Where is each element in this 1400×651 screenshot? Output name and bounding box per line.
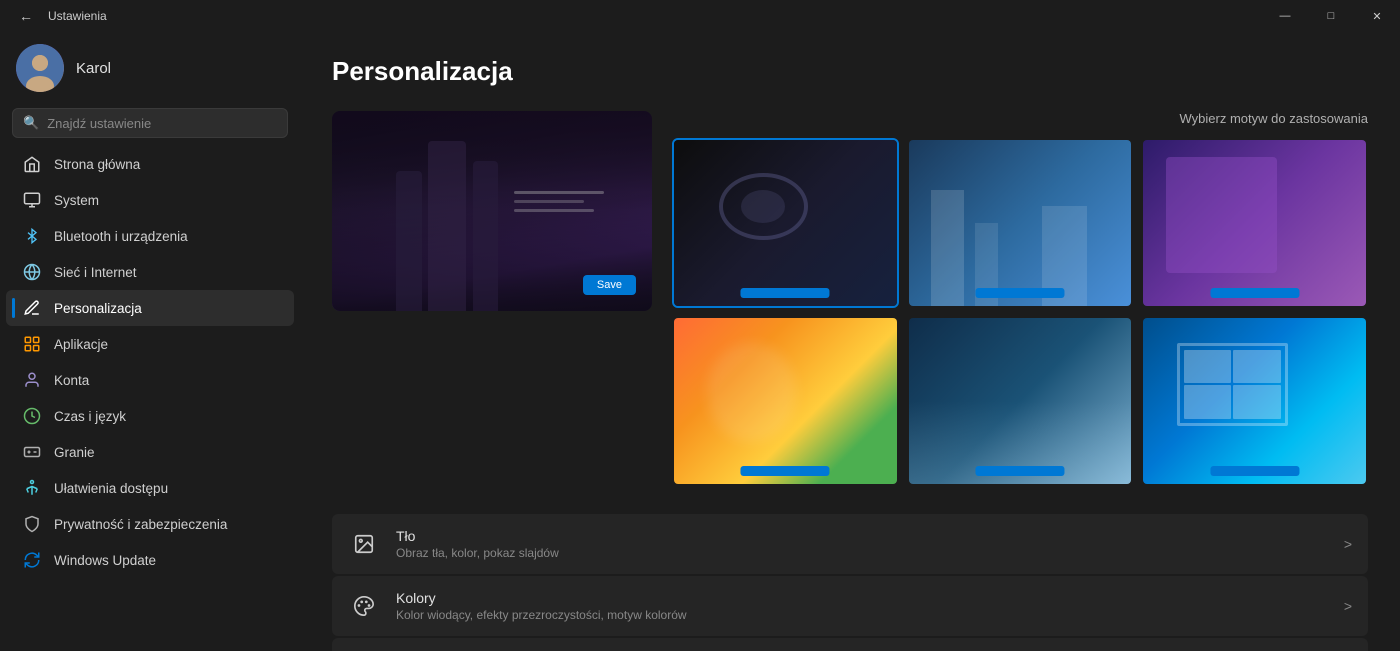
theme-thumb-5[interactable]	[907, 316, 1134, 486]
user-section[interactable]: Karol	[0, 32, 300, 108]
search-box[interactable]: 🔍	[12, 108, 288, 138]
network-icon	[22, 262, 42, 282]
content-area: Personalizacja	[300, 32, 1400, 651]
theme-thumb-6[interactable]	[1141, 316, 1368, 486]
nav-label-apps: Aplikacje	[54, 337, 108, 352]
titlebar-left: ← Ustawienia	[12, 2, 107, 30]
nav-item-privacy[interactable]: Prywatność i zabezpieczenia	[6, 506, 294, 542]
colors-subtitle: Kolor wiodący, efekty przezroczystości, …	[396, 608, 1328, 622]
personalization-icon	[22, 298, 42, 318]
settings-list: Tło Obraz tła, kolor, pokaz slajdów >	[332, 514, 1368, 651]
update-icon	[22, 550, 42, 570]
main-layout: Karol 🔍 Strona główna S	[0, 32, 1400, 651]
theme-section: Save Wybierz motyw do zastosowania	[332, 111, 1368, 486]
nav-item-accounts[interactable]: Konta	[6, 362, 294, 398]
time-icon	[22, 406, 42, 426]
nav-item-network[interactable]: Sieć i Internet	[6, 254, 294, 290]
maximize-button[interactable]: □	[1308, 0, 1354, 32]
theme-section-label: Wybierz motyw do zastosowania	[672, 111, 1368, 126]
settings-item-background[interactable]: Tło Obraz tła, kolor, pokaz slajdów >	[332, 514, 1368, 574]
preview-button: Save	[583, 275, 636, 295]
system-icon	[22, 190, 42, 210]
nav-label-accounts: Konta	[54, 373, 89, 388]
background-icon	[348, 528, 380, 560]
theme-preview-large: Save	[332, 111, 652, 311]
colors-chevron: >	[1344, 598, 1352, 614]
nav-label-network: Sieć i Internet	[54, 265, 137, 280]
nav-item-accessibility[interactable]: Ułatwienia dostępu	[6, 470, 294, 506]
nav-item-apps[interactable]: Aplikacje	[6, 326, 294, 362]
nav-label-gaming: Granie	[54, 445, 95, 460]
avatar	[16, 44, 64, 92]
nav-item-bluetooth[interactable]: Bluetooth i urządzenia	[6, 218, 294, 254]
background-chevron: >	[1344, 536, 1352, 552]
nav-item-personalization[interactable]: Personalizacja	[6, 290, 294, 326]
theme-grid	[672, 138, 1368, 486]
colors-icon	[348, 590, 380, 622]
minimize-button[interactable]: —	[1262, 0, 1308, 32]
accessibility-icon	[22, 478, 42, 498]
titlebar: ← Ustawienia — □ ✕	[0, 0, 1400, 32]
theme-thumb-3[interactable]	[1141, 138, 1368, 308]
background-title: Tło	[396, 528, 1328, 544]
nav-label-update: Windows Update	[54, 553, 156, 568]
nav-item-gaming[interactable]: Granie	[6, 434, 294, 470]
window-controls: — □ ✕	[1262, 0, 1400, 32]
nav-item-update[interactable]: Windows Update	[6, 542, 294, 578]
bluetooth-icon	[22, 226, 42, 246]
nav-label-time: Czas i język	[54, 409, 126, 424]
search-input[interactable]	[47, 116, 277, 131]
nav-label-personalization: Personalizacja	[54, 301, 142, 316]
back-button[interactable]: ←	[12, 2, 40, 30]
background-text: Tło Obraz tła, kolor, pokaz slajdów	[396, 528, 1328, 560]
colors-title: Kolory	[396, 590, 1328, 606]
theme-thumb-4[interactable]	[672, 316, 899, 486]
gaming-icon	[22, 442, 42, 462]
search-icon: 🔍	[23, 115, 39, 131]
nav-item-home[interactable]: Strona główna	[6, 146, 294, 182]
user-name: Karol	[76, 60, 111, 77]
app-title: Ustawienia	[48, 9, 107, 23]
page-title: Personalizacja	[332, 56, 1368, 87]
settings-item-themes[interactable]: Kompozycje Instalowanie, tworzenie, zarz…	[332, 638, 1368, 651]
colors-text: Kolory Kolor wiodący, efekty przezroczys…	[396, 590, 1328, 622]
privacy-icon	[22, 514, 42, 534]
nav-label-accessibility: Ułatwienia dostępu	[54, 481, 168, 496]
nav-item-time[interactable]: Czas i język	[6, 398, 294, 434]
nav-label-system: System	[54, 193, 99, 208]
nav-label-privacy: Prywatność i zabezpieczenia	[54, 517, 227, 532]
theme-thumb-1[interactable]	[672, 138, 899, 308]
nav-label-home: Strona główna	[54, 157, 140, 172]
nav-label-bluetooth: Bluetooth i urządzenia	[54, 229, 188, 244]
theme-thumb-2[interactable]	[907, 138, 1134, 308]
home-icon	[22, 154, 42, 174]
nav-item-system[interactable]: System	[6, 182, 294, 218]
settings-item-colors[interactable]: Kolory Kolor wiodący, efekty przezroczys…	[332, 576, 1368, 636]
accounts-icon	[22, 370, 42, 390]
sidebar: Karol 🔍 Strona główna S	[0, 32, 300, 651]
close-button[interactable]: ✕	[1354, 0, 1400, 32]
apps-icon	[22, 334, 42, 354]
background-subtitle: Obraz tła, kolor, pokaz slajdów	[396, 546, 1328, 560]
